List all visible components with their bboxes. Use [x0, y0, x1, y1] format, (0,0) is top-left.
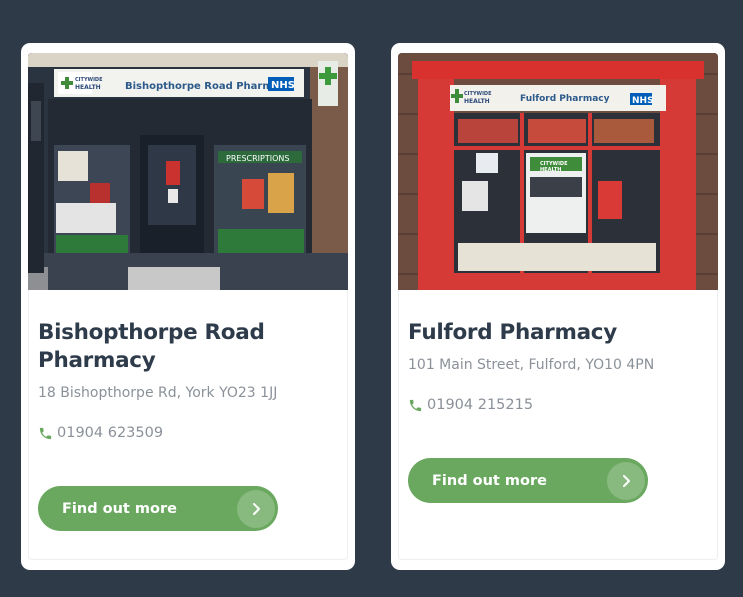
card-inner: CITYWIDE HEALTH Fulford Pharmacy NHS CIT… — [398, 53, 718, 560]
sign-name: Fulford Pharmacy — [520, 94, 610, 104]
pharmacy-address: 101 Main Street, Fulford, YO10 4PN — [408, 357, 655, 373]
sign-nhs: NHS — [632, 96, 654, 106]
card-info: Bishopthorpe Road Pharmacy 18 Bishopthor… — [38, 319, 338, 441]
sign-brand-top: CITYWIDE — [464, 91, 492, 97]
sign-brand-bottom: HEALTH — [464, 98, 490, 105]
card-inner: CITYWIDE HEALTH Bishopthorpe Road Pharma… — [28, 53, 348, 560]
phone-icon — [408, 398, 423, 413]
button-label: Find out more — [432, 472, 547, 489]
pharmacy-card-fulford: CITYWIDE HEALTH Fulford Pharmacy NHS CIT… — [391, 43, 725, 570]
chevron-right-icon — [607, 461, 645, 500]
find-out-more-button[interactable]: Find out more — [38, 486, 278, 531]
sign-brand-bottom: HEALTH — [75, 84, 101, 91]
pharmacy-phone[interactable]: 01904 623509 — [38, 425, 338, 441]
pharmacy-phone[interactable]: 01904 215215 — [408, 397, 708, 413]
sign-name: Bishopthorpe Road Pharmacy — [125, 81, 292, 92]
chevron-right-icon — [237, 489, 275, 528]
find-out-more-button[interactable]: Find out more — [408, 458, 648, 503]
pharmacy-title: Fulford Pharmacy — [408, 320, 617, 345]
pharmacy-title: Bishopthorpe Road Pharmacy — [38, 320, 265, 373]
window-text: PRESCRIPTIONS — [226, 154, 289, 163]
pharmacy-address: 18 Bishopthorpe Rd, York YO23 1JJ — [38, 385, 278, 401]
pharmacy-photo: CITYWIDE HEALTH Fulford Pharmacy NHS CIT… — [398, 53, 718, 290]
button-label: Find out more — [62, 500, 177, 517]
poster-brand-bottom: HEALTH — [540, 167, 561, 173]
pharmacy-photo: CITYWIDE HEALTH Bishopthorpe Road Pharma… — [28, 53, 348, 290]
phone-number: 01904 623509 — [57, 425, 164, 441]
sign-brand-top: CITYWIDE — [75, 77, 103, 83]
card-info: Fulford Pharmacy 101 Main Street, Fulfor… — [408, 319, 708, 413]
sign-nhs: NHS — [271, 80, 295, 91]
pharmacy-card-bishopthorpe: CITYWIDE HEALTH Bishopthorpe Road Pharma… — [21, 43, 355, 570]
phone-icon — [38, 426, 53, 441]
phone-number: 01904 215215 — [427, 397, 534, 413]
